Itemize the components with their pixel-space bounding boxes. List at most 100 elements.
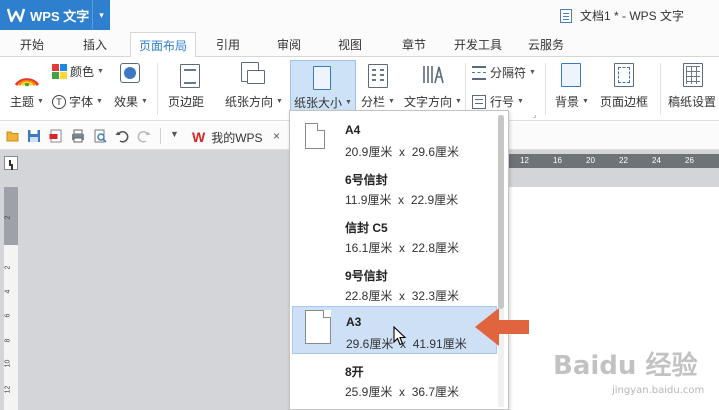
vruler-tick: 6: [4, 313, 12, 318]
scrollbar-thumb[interactable]: [498, 115, 504, 309]
undo-icon[interactable]: [115, 129, 129, 143]
watermark-logo: Baidu 经验: [553, 351, 698, 381]
watermark-url: jingyan.baidu.com: [612, 385, 705, 396]
font-circle-icon: T: [52, 94, 66, 109]
paper-option-name: A3: [346, 315, 362, 329]
paper-size-dropdown: A4 20.9厘米 x 29.6厘米 6号信封 11.9厘米 x 22.9厘米 …: [289, 110, 509, 410]
close-icon[interactable]: ×: [273, 129, 280, 143]
effect-button[interactable]: 效果 ▼: [114, 93, 148, 110]
redo-icon[interactable]: [137, 129, 151, 143]
paper-option-name: A4: [345, 123, 361, 137]
tab-insert[interactable]: 插入: [83, 36, 107, 53]
toolbar-separator: [160, 128, 161, 144]
app-name: WPS 文字: [30, 8, 90, 24]
paper-option-name: 6号信封: [345, 173, 388, 187]
paper-option-envelope-c5[interactable]: 信封 C5 16.1厘米 x 22.8厘米: [290, 211, 497, 259]
font-label: 字体: [69, 95, 94, 109]
chevron-down-icon[interactable]: ▼: [170, 129, 179, 139]
effect-icon[interactable]: [120, 63, 140, 83]
window-title-text: 文档1 * - WPS 文字: [580, 9, 685, 23]
hruler-tick: 22: [619, 156, 628, 165]
margins-label: 页边距: [168, 95, 205, 109]
paper-option-8k[interactable]: 8开 25.9厘米 x 36.7厘米: [290, 355, 497, 403]
tab-references[interactable]: 引用: [216, 36, 240, 53]
chevron-down-icon: ▼: [276, 98, 283, 105]
vruler-tick: 12: [4, 385, 12, 394]
tab-cloud[interactable]: 云服务: [528, 36, 564, 53]
mouse-cursor-icon: [393, 326, 407, 346]
vruler-tick: 10: [4, 359, 12, 368]
paper-option-name: 9号信封: [345, 269, 388, 283]
ribbon-tabs: 开始 插入 页面布局 引用 审阅 视图 章节 开发工具 云服务: [0, 30, 719, 58]
paper-option-envelope-6[interactable]: 6号信封 11.9厘米 x 22.9厘米: [290, 163, 497, 211]
paper-option-a4[interactable]: A4 20.9厘米 x 29.6厘米: [290, 115, 497, 163]
export-pdf-icon[interactable]: [49, 129, 63, 143]
paper-option-dimensions: 25.9厘米 x 36.7厘米: [345, 385, 460, 399]
tab-start[interactable]: 开始: [20, 36, 44, 53]
chevron-down-icon: ▼: [96, 98, 103, 105]
margins-button[interactable]: 页边距: [168, 93, 204, 110]
title-bar: WPS 文字 ▾ 文档1 * - WPS 文字: [0, 0, 719, 30]
hruler-tick: 16: [553, 156, 562, 165]
print-preview-icon[interactable]: [93, 129, 107, 143]
chevron-down-icon: ▼: [37, 98, 44, 105]
paper-size-label-wrap: 纸张大小 ▼: [294, 94, 352, 111]
paper-option-name: 信封 C5: [345, 221, 388, 235]
tab-chapter[interactable]: 章节: [402, 36, 426, 53]
app-menu-arrow[interactable]: ▾: [92, 0, 110, 30]
tab-page-layout[interactable]: 页面布局: [130, 32, 197, 58]
wps-logo-icon: [6, 5, 26, 25]
paper-option-envelope-9[interactable]: 9号信封 22.8厘米 x 32.3厘米: [290, 259, 497, 307]
color-button[interactable]: 颜色 ▼: [52, 63, 104, 80]
theme-button[interactable]: 主题 ▼: [10, 93, 44, 110]
paper-option-dimensions: 22.8厘米 x 32.3厘米: [345, 289, 460, 303]
tab-review[interactable]: 审阅: [277, 36, 301, 53]
theme-label: 主题: [10, 95, 35, 109]
chevron-down-icon: ▼: [141, 98, 148, 105]
hruler-tick: 26: [685, 156, 694, 165]
paper-size-label: 纸张大小: [294, 96, 343, 110]
document-icon: [560, 8, 572, 23]
font-button[interactable]: T 字体 ▼: [52, 93, 103, 110]
print-icon[interactable]: [71, 129, 85, 143]
margins-icon[interactable]: [180, 64, 200, 88]
window-title: 文档1 * - WPS 文字: [560, 7, 684, 24]
wps-logo-icon: W: [192, 129, 206, 145]
annotation-arrow-icon: [475, 308, 529, 346]
open-folder-icon[interactable]: [6, 129, 20, 143]
ruler-tab-selector[interactable]: [4, 156, 18, 170]
save-icon[interactable]: [27, 129, 41, 143]
paper-option-dimensions: 20.9厘米 x 29.6厘米: [345, 145, 460, 159]
doc-tab-label: 我的WPS: [211, 130, 263, 145]
vruler-tick: 4: [4, 289, 12, 294]
hruler-tick: 20: [586, 156, 595, 165]
hruler-tick: 24: [652, 156, 661, 165]
tab-developer[interactable]: 开发工具: [454, 36, 502, 53]
orientation-landscape-icon: [247, 70, 265, 84]
vruler-tick: 2: [4, 215, 12, 220]
paper-icon: [305, 310, 331, 344]
horizontal-ruler[interactable]: 12 16 20 22 24 26: [506, 154, 719, 168]
chevron-down-icon: ▼: [345, 99, 352, 106]
paper-icon: [305, 123, 325, 149]
orientation-button[interactable]: 纸张方向 ▼: [225, 93, 283, 110]
chevron-down-icon: ▼: [97, 68, 104, 75]
app-menu-button[interactable]: WPS 文字 ▾: [0, 0, 110, 30]
paper-size-icon: [313, 66, 331, 90]
paper-option-dimensions: 11.9厘米 x 22.9厘米: [345, 193, 459, 207]
hruler-tick: 12: [520, 156, 529, 165]
color-label: 颜色: [70, 65, 95, 79]
paper-option-name: 8开: [345, 365, 364, 379]
dropdown-scrollbar[interactable]: [498, 115, 504, 407]
theme-icon[interactable]: [14, 63, 40, 87]
orientation-label: 纸张方向: [225, 95, 274, 109]
vruler-tick: 8: [4, 338, 12, 343]
effect-label: 效果: [114, 95, 139, 109]
vruler-tick: 2: [4, 265, 12, 270]
paper-size-button[interactable]: 纸张大小 ▼: [290, 60, 356, 112]
tab-view[interactable]: 视图: [338, 36, 362, 53]
color-grid-icon: [52, 64, 67, 79]
doc-tab-my-wps[interactable]: W 我的WPS ×: [187, 125, 291, 149]
paper-option-dimensions: 16.1厘米 x 22.8厘米: [345, 241, 460, 255]
ribbon-separator: [157, 63, 158, 115]
